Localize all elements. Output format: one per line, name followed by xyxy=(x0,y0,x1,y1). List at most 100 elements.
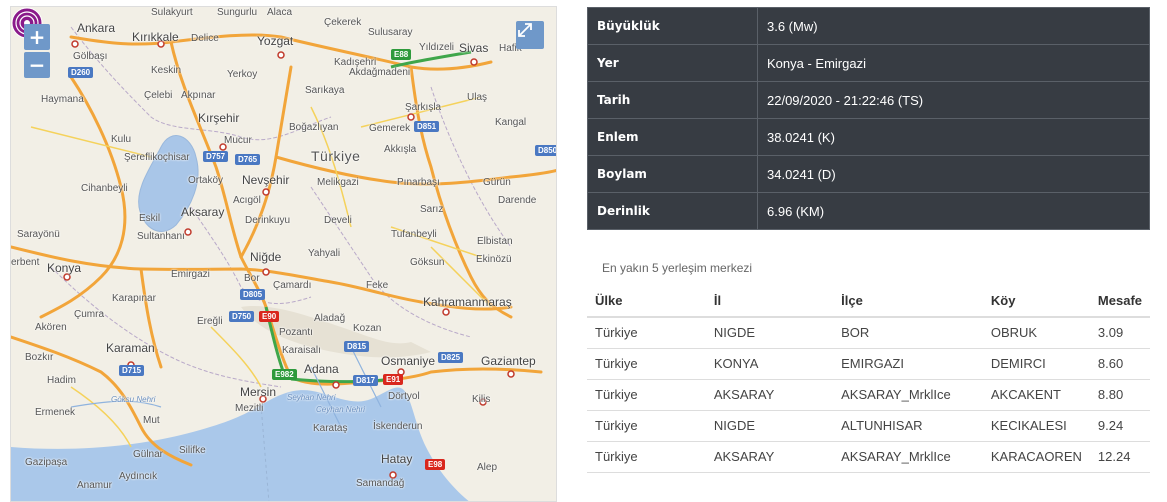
cell-province: NIGDE xyxy=(705,409,834,441)
info-key: Büyüklük xyxy=(587,7,758,45)
nearest-settlements-title: En yakın 5 yerleşim merkezi xyxy=(602,261,753,275)
cell-distance: 9.24 xyxy=(1089,409,1150,441)
column-header-country: Ülke xyxy=(587,285,706,318)
map-label-elbistan: Elbistan xyxy=(477,236,513,247)
map-label-mut: Mut xyxy=(143,415,160,426)
map-label-delice: Delice xyxy=(191,33,219,44)
map-label-yahyali: Yahyali xyxy=(308,248,341,259)
map-label-dortyol: Dörtyol xyxy=(388,391,420,402)
map-label-keskin: Keskin xyxy=(151,65,182,76)
road-shield-d260: D260 xyxy=(68,67,94,78)
cell-village: DEMIRCI xyxy=(982,347,1090,379)
road-shield-d805: D805 xyxy=(240,289,266,300)
map-label-sivas: Sivas xyxy=(459,41,489,55)
map-label-kirsehir: Kırşehir xyxy=(198,111,240,125)
map-label-bozkir: Bozkır xyxy=(25,352,54,363)
map-label-erbent: erbent xyxy=(11,257,40,268)
column-header-district: İlçe xyxy=(833,285,983,318)
map-label-kirikkale: Kırıkkale xyxy=(132,30,179,44)
map-label-feke: Feke xyxy=(366,280,389,291)
info-row: Derinlik 6.96 (KM) xyxy=(587,192,1150,230)
map-label-alep: Alep xyxy=(477,462,498,473)
column-header-distance: Mesafe xyxy=(1089,285,1150,318)
cell-country: Türkiye xyxy=(587,378,706,410)
earthquake-map[interactable]: Sulakyurt Sungurlu Alaca Çekerek Ankara … xyxy=(10,6,557,502)
cell-district: ALTUNHISAR xyxy=(833,409,983,441)
map-label-alaca: Alaca xyxy=(267,7,293,18)
map-label-akpinar: Akpınar xyxy=(181,90,216,101)
info-value: 3.6 (Mw) xyxy=(757,7,1150,45)
cell-country: Türkiye xyxy=(587,347,706,379)
info-key: Yer xyxy=(587,44,758,82)
map-label-silifke: Silifke xyxy=(179,445,206,456)
map-label-ankara: Ankara xyxy=(77,21,116,35)
table-row: Türkiye AKSARAY AKSARAY_MrklIce AKCAKENT 8.8… xyxy=(587,378,1150,410)
map-label-samandag: Samandağ xyxy=(356,478,405,489)
table-row: Türkiye NIGDE BOR OBRUK 3.09 xyxy=(587,316,1150,348)
map-label-akoren: Akören xyxy=(35,322,67,333)
map-label-turkiye: Türkiye xyxy=(311,148,361,164)
map-label-derinkuyu: Derinkuyu xyxy=(245,215,291,226)
road-shield-d765: D765 xyxy=(235,154,261,165)
map-label-pozanti: Pozantı xyxy=(279,327,313,338)
map-label-ulas: Ulaş xyxy=(467,92,488,103)
map-label-mucur: Mucur xyxy=(224,135,252,146)
road-shield-d851: D851 xyxy=(414,121,440,132)
cell-distance: 12.24 xyxy=(1089,440,1150,473)
map-label-gurun: Gürün xyxy=(483,177,511,188)
map-label-aksaray: Aksaray xyxy=(181,205,225,219)
map-label-adana: Adana xyxy=(304,362,339,376)
map-label-mersin: Mersin xyxy=(240,385,277,399)
info-row: Yer Konya - Emirgazi xyxy=(587,44,1150,82)
info-row: Enlem 38.0241 (K) xyxy=(587,118,1150,156)
road-shield-e90: E90 xyxy=(259,311,280,322)
map-label-bor: Bor xyxy=(244,273,260,284)
map-label-gaziantep: Gaziantep xyxy=(481,354,536,368)
cell-country: Türkiye xyxy=(587,440,706,473)
map-label-ermenek: Ermenek xyxy=(35,407,76,418)
cell-village: KECIKALESI xyxy=(982,409,1090,441)
settlements-header-row: Ülke İl İlçe Köy Mesafe xyxy=(587,285,1150,318)
map-label-cihanbeyli: Cihanbeyli xyxy=(81,183,128,194)
cell-distance: 8.60 xyxy=(1089,347,1150,379)
map-label-nigde: Niğde xyxy=(250,250,282,264)
map-label-karaman: Karaman xyxy=(106,341,155,355)
cell-distance: 8.80 xyxy=(1089,378,1150,410)
map-label-konya: Konya xyxy=(47,261,82,275)
info-value: 22/09/2020 - 21:22:46 (TS) xyxy=(757,81,1150,119)
earthquake-info-table: Büyüklük 3.6 (Mw) Yer Konya - Emirgazi Tarih… xyxy=(587,7,1150,230)
cell-province: KONYA xyxy=(705,347,834,379)
road-shield-d750: D750 xyxy=(229,311,255,322)
map-label-camardi: Çamardı xyxy=(273,280,312,291)
map-label-bogazliyan: Boğazlıyan xyxy=(289,122,339,133)
zoom-out-button[interactable]: − xyxy=(24,52,50,78)
map-label-haymana: Haymana xyxy=(41,94,84,105)
info-value: 38.0241 (K) xyxy=(757,118,1150,156)
map-label-akdagmadeni: Akdağmadeni xyxy=(349,67,411,78)
map-label-goksun: Göksun xyxy=(410,257,445,268)
map-label-mezitli: Mezitli xyxy=(235,403,264,414)
zoom-in-button[interactable]: + xyxy=(24,24,50,50)
map-label-sulakyurt: Sulakyurt xyxy=(151,7,193,18)
map-label-ceyhan-river: Ceyhan Nehri xyxy=(316,405,365,414)
cell-country: Türkiye xyxy=(587,316,706,348)
map-label-osmaniye: Osmaniye xyxy=(381,354,436,368)
map-label-hatay: Hatay xyxy=(381,452,413,466)
map-label-yerkoy: Yerkoy xyxy=(227,69,258,80)
map-label-celebi: Çelebi xyxy=(144,90,173,101)
map-label-ekinozu: Ekinözü xyxy=(476,254,512,265)
map-label-cekerek: Çekerek xyxy=(324,17,362,28)
map-label-kangal: Kangal xyxy=(495,117,527,128)
table-row: Türkiye AKSARAY AKSARAY_MrklIce KARACAOREN 1… xyxy=(587,440,1150,473)
map-label-sereflikochisar: Şereflikoçhisar xyxy=(124,152,190,163)
map-label-acigol: Acıgöl xyxy=(233,195,261,206)
map-label-nevsehir: Nevşehir xyxy=(242,173,290,187)
cell-distance: 3.09 xyxy=(1089,316,1150,348)
map-label-seyhan-river: Seyhan Nehri xyxy=(287,393,336,402)
fullscreen-button[interactable] xyxy=(516,21,544,49)
map-label-melikgazi: Melikgazi xyxy=(317,177,359,188)
road-shield-d825: D825 xyxy=(438,352,464,363)
nearest-settlements-table: Ülke İl İlçe Köy Mesafe Türkiye NIGDE BOR O… xyxy=(587,285,1150,473)
road-shield-d817: D817 xyxy=(353,375,379,386)
map-label-eskil: Eskil xyxy=(139,213,161,224)
